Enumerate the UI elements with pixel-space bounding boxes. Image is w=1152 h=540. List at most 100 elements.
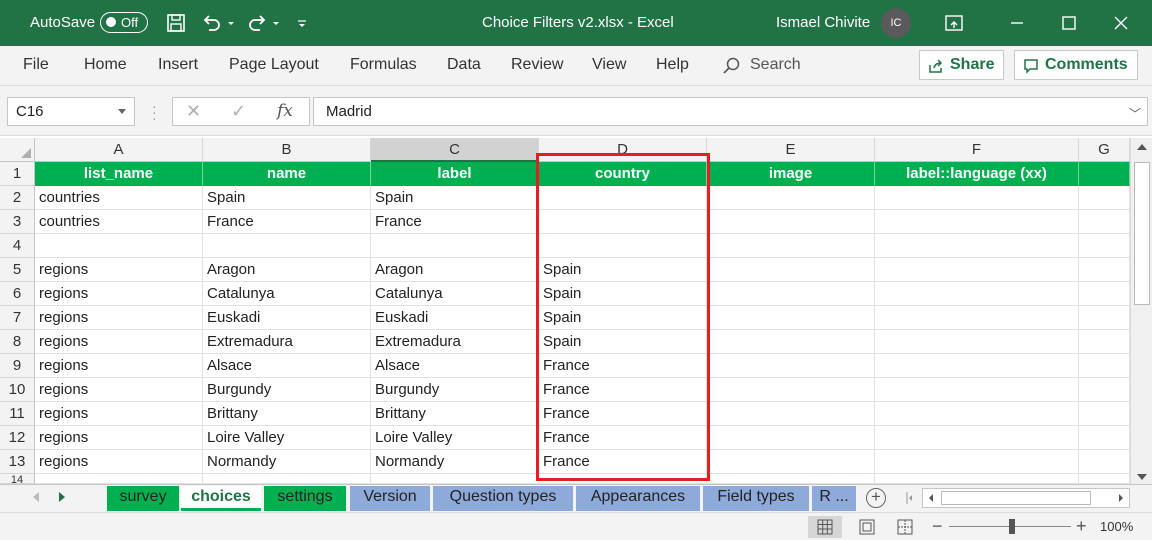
row-header[interactable]: 8 — [0, 330, 35, 354]
comments-button[interactable]: Comments — [1014, 50, 1138, 80]
table-cell[interactable]: Normandy — [203, 450, 371, 474]
undo-icon[interactable] — [200, 12, 222, 34]
expand-formula-icon[interactable]: ﹀ — [1129, 105, 1141, 122]
redo-icon[interactable] — [247, 12, 269, 34]
column-header-b[interactable]: B — [203, 138, 371, 162]
scroll-tabs-right-icon[interactable] — [58, 492, 66, 502]
table-cell[interactable] — [707, 402, 875, 426]
maximize-icon[interactable] — [1058, 12, 1080, 34]
avatar[interactable]: IC — [881, 8, 911, 38]
scroll-left-icon[interactable] — [906, 492, 914, 504]
column-header-a[interactable]: A — [35, 138, 203, 162]
horizontal-scroll-thumb[interactable] — [941, 491, 1091, 505]
table-cell[interactable] — [1079, 306, 1130, 330]
table-cell[interactable]: Spain — [539, 258, 707, 282]
table-cell[interactable] — [875, 426, 1079, 450]
table-cell[interactable] — [1079, 234, 1130, 258]
table-cell[interactable]: countries — [35, 186, 203, 210]
table-cell[interactable] — [875, 354, 1079, 378]
table-cell[interactable]: Euskadi — [203, 306, 371, 330]
table-cell[interactable]: Spain — [539, 282, 707, 306]
horizontal-scrollbar[interactable] — [922, 488, 1130, 508]
tab-insert[interactable]: Insert — [158, 56, 198, 74]
row-header[interactable]: 1 — [0, 162, 35, 186]
column-header-g[interactable]: G — [1079, 138, 1130, 162]
table-cell[interactable] — [875, 450, 1079, 474]
column-header-d[interactable]: D — [539, 138, 707, 162]
table-cell[interactable]: regions — [35, 354, 203, 378]
table-cell[interactable] — [707, 330, 875, 354]
tab-help[interactable]: Help — [656, 56, 689, 74]
row-header[interactable]: 5 — [0, 258, 35, 282]
sheet-tab[interactable]: choices — [181, 486, 261, 511]
scroll-right-arrow-icon[interactable] — [1117, 493, 1125, 503]
vertical-scrollbar[interactable] — [1130, 138, 1152, 486]
minimize-icon[interactable] — [1006, 12, 1028, 34]
row-header[interactable]: 14 — [0, 474, 35, 484]
cancel-icon[interactable]: ✕ — [186, 101, 201, 122]
table-cell[interactable] — [707, 354, 875, 378]
table-cell[interactable]: Spain — [371, 186, 539, 210]
table-cell[interactable]: Brittany — [371, 402, 539, 426]
table-cell[interactable] — [203, 474, 371, 484]
tab-formulas[interactable]: Formulas — [350, 56, 417, 74]
search-box[interactable]: Search — [750, 56, 801, 74]
table-cell[interactable] — [875, 210, 1079, 234]
table-cell[interactable] — [1079, 330, 1130, 354]
table-cell[interactable] — [35, 234, 203, 258]
insert-function-icon[interactable]: fx — [277, 101, 293, 121]
table-cell[interactable]: Aragon — [371, 258, 539, 282]
table-cell[interactable] — [875, 474, 1079, 484]
sheet-tab[interactable]: R ... — [812, 486, 856, 511]
table-cell[interactable] — [707, 186, 875, 210]
table-cell[interactable]: regions — [35, 282, 203, 306]
row-header[interactable]: 11 — [0, 402, 35, 426]
table-cell[interactable] — [875, 330, 1079, 354]
table-cell[interactable] — [371, 234, 539, 258]
row-header[interactable]: 7 — [0, 306, 35, 330]
table-cell[interactable] — [1079, 210, 1130, 234]
table-cell[interactable]: Extremadura — [203, 330, 371, 354]
sheet-tab[interactable]: Question types — [433, 486, 573, 511]
table-cell[interactable] — [707, 210, 875, 234]
row-header[interactable]: 4 — [0, 234, 35, 258]
header-cell[interactable]: label — [371, 162, 539, 186]
autosave-toggle[interactable]: Off — [100, 12, 148, 33]
table-cell[interactable] — [1079, 354, 1130, 378]
save-icon[interactable] — [165, 12, 187, 34]
table-cell[interactable] — [707, 234, 875, 258]
header-cell[interactable]: name — [203, 162, 371, 186]
header-cell[interactable] — [1079, 162, 1130, 186]
table-cell[interactable] — [539, 234, 707, 258]
table-cell[interactable] — [707, 282, 875, 306]
table-cell[interactable]: Catalunya — [371, 282, 539, 306]
customize-toolbar-icon[interactable] — [295, 12, 309, 34]
sheet-tab[interactable]: Field types — [703, 486, 809, 511]
scroll-down-icon[interactable] — [1137, 474, 1147, 480]
table-cell[interactable]: Spain — [539, 330, 707, 354]
table-cell[interactable]: countries — [35, 210, 203, 234]
row-header[interactable]: 10 — [0, 378, 35, 402]
table-cell[interactable] — [875, 378, 1079, 402]
row-header[interactable]: 6 — [0, 282, 35, 306]
sheet-tab[interactable]: settings — [264, 486, 346, 511]
row-header[interactable]: 2 — [0, 186, 35, 210]
table-cell[interactable] — [707, 450, 875, 474]
table-cell[interactable]: France — [371, 210, 539, 234]
table-cell[interactable] — [203, 234, 371, 258]
tab-view[interactable]: View — [592, 56, 626, 74]
table-cell[interactable]: Brittany — [203, 402, 371, 426]
formula-input[interactable]: Madrid ﹀ — [313, 97, 1148, 126]
table-cell[interactable]: Alsace — [371, 354, 539, 378]
header-cell[interactable]: country — [539, 162, 707, 186]
table-cell[interactable]: regions — [35, 450, 203, 474]
undo-dropdown-icon[interactable] — [225, 12, 237, 34]
row-header[interactable]: 13 — [0, 450, 35, 474]
table-cell[interactable]: Burgundy — [371, 378, 539, 402]
table-cell[interactable] — [1079, 426, 1130, 450]
close-icon[interactable] — [1110, 12, 1132, 34]
table-cell[interactable] — [707, 306, 875, 330]
share-button[interactable]: Share — [919, 50, 1004, 80]
table-cell[interactable]: regions — [35, 378, 203, 402]
table-cell[interactable]: Catalunya — [203, 282, 371, 306]
